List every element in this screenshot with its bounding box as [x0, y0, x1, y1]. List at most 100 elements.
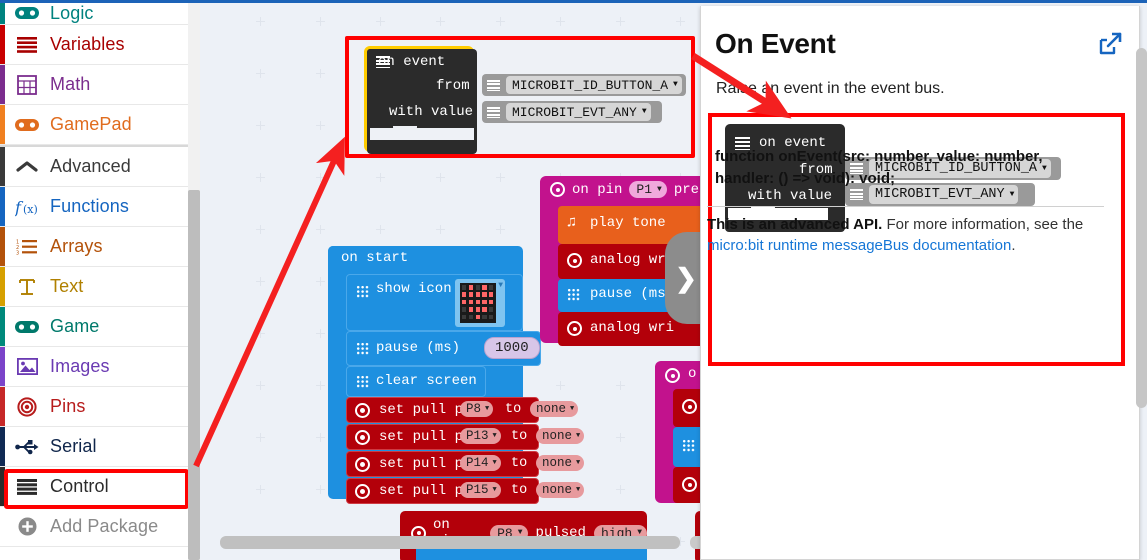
pins-icon: [665, 368, 680, 383]
add-package-icon: [14, 516, 40, 538]
sidebar-item-label: Add Package: [50, 516, 159, 536]
withvalue-dropdown[interactable]: MICROBIT_EVT_ANY ▼: [506, 103, 651, 121]
show-icon-block[interactable]: show icon ▼: [346, 274, 523, 331]
pause-label-2: pause (ms): [590, 286, 675, 302]
on-event-withvalue-label: with value: [389, 104, 474, 120]
pull-mode-select[interactable]: none ▼: [536, 455, 585, 471]
from-dropdown[interactable]: MICROBIT_ID_BUTTON_A ▼: [506, 76, 682, 94]
on-event-withvalue-field[interactable]: MICROBIT_EVT_ANY ▼: [482, 101, 662, 123]
note-icon: ♫: [567, 214, 577, 231]
sidebar-scrollbar-thumb[interactable]: [188, 190, 200, 560]
sidebar-item-color-bar: [0, 387, 5, 426]
pause-value-field[interactable]: 1000: [484, 337, 540, 359]
sidebar-item-label: GamePad: [50, 114, 132, 134]
pull-mode-select[interactable]: none ▼: [530, 401, 579, 417]
control-icon: [850, 189, 863, 200]
led-grid-icon: [356, 285, 369, 298]
analog-write-label-1: analog wri: [590, 252, 675, 268]
sidebar-item-label: Math: [50, 74, 91, 94]
doc-note-link[interactable]: micro:bit runtime messageBus documentati…: [707, 237, 1011, 254]
pins-icon: [355, 430, 370, 445]
sidebar-item-color-bar: [0, 347, 5, 386]
to-label: to: [511, 483, 528, 498]
serial-icon: [14, 436, 40, 458]
pins-icon: [14, 396, 40, 418]
led-grid-icon: [356, 375, 369, 388]
on-start-title: on start: [341, 250, 409, 266]
on-event-from-label: from: [436, 78, 470, 94]
pins-icon: [355, 457, 370, 472]
doc-note-rest: For more information, see the: [882, 216, 1084, 233]
doc-scrollbar-thumb[interactable]: [1136, 48, 1147, 408]
pins-icon: [567, 253, 582, 268]
control-icon: [14, 476, 40, 498]
icon-matrix-field[interactable]: ▼: [455, 279, 505, 327]
sidebar-item-images[interactable]: Images: [0, 347, 188, 387]
pins-icon: [355, 403, 370, 418]
clear-screen-block[interactable]: clear screen: [346, 366, 486, 397]
sidebar-item-game[interactable]: Game: [0, 307, 188, 347]
pull-pin-select[interactable]: P14 ▼: [460, 455, 501, 471]
show-icon-label: show icon: [376, 281, 452, 297]
sidebar-item-color-bar: [0, 307, 5, 346]
sidebar-item-logic[interactable]: Logic: [0, 3, 188, 25]
sidebar-item-functions[interactable]: f (x) Functions: [0, 187, 188, 227]
logic-icon: [14, 3, 40, 24]
svg-text:(x): (x): [23, 203, 38, 216]
sidebar-item-pins[interactable]: Pins: [0, 387, 188, 427]
pause-label: pause (ms): [376, 340, 461, 356]
to-label: to: [511, 456, 528, 471]
sidebar-item-color-bar: [0, 227, 5, 266]
set-pull-pin-block-1[interactable]: set pull pin P13 ▼ to none ▼: [346, 424, 585, 450]
app-root: Logic Variables Math GamePad Advanced f (x…: [0, 0, 1147, 560]
pins-icon: [682, 399, 697, 414]
pull-mode-select[interactable]: none ▼: [536, 428, 585, 444]
set-pull-pin-block-2[interactable]: set pull pin P14 ▼ to none ▼: [346, 451, 585, 477]
gamepad-icon: [14, 114, 40, 136]
sidebar-item-variables[interactable]: Variables: [0, 25, 188, 65]
sidebar-item-label: Pins: [50, 396, 86, 416]
chevron-right-icon: ❯: [675, 262, 697, 293]
doc-note-end: .: [1011, 237, 1016, 255]
doc-title: On Event: [715, 28, 836, 59]
sidebar-item-math[interactable]: Math: [0, 65, 188, 105]
on-event-block-selected[interactable]: on event from with value MICROBIT_ID_BUT…: [345, 36, 695, 158]
pause-block[interactable]: pause (ms) 1000: [346, 331, 541, 366]
pins-icon: [682, 477, 697, 492]
sidebar-item-advanced[interactable]: Advanced: [0, 145, 188, 187]
sidebar-item-arrays[interactable]: 1 2 3 Arrays: [0, 227, 188, 267]
sidebar-item-label: Text: [50, 276, 84, 296]
set-pull-pin-block-3[interactable]: set pull pin P15 ▼ to none ▼: [346, 478, 585, 504]
sidebar-item-gamepad[interactable]: GamePad: [0, 105, 188, 145]
control-icon: [487, 79, 500, 91]
pull-pin-select[interactable]: P8 ▼: [460, 401, 494, 417]
sidebar-item-add-package[interactable]: Add Package: [0, 507, 188, 547]
analog-write-label-2: analog wri: [590, 320, 675, 336]
sidebar-item-text[interactable]: Text: [0, 267, 188, 307]
sidebar-item-color-bar: [0, 267, 5, 306]
api-doc-panel[interactable]: On Event Raise an event in the event bus…: [700, 6, 1147, 560]
set-pull-pin-block-0[interactable]: set pull pin P8 ▼ to none ▼: [346, 397, 579, 423]
play-tone-label: play tone: [590, 215, 666, 231]
pull-mode-select[interactable]: none ▼: [536, 482, 585, 498]
external-link-icon[interactable]: [1097, 31, 1123, 57]
workspace-hscrollbar-thumb[interactable]: [220, 536, 680, 549]
pull-pin-select[interactable]: P15 ▼: [460, 482, 501, 498]
functions-icon: f (x): [14, 196, 40, 218]
clear-screen-label: clear screen: [376, 373, 477, 389]
sidebar-item-label: Images: [50, 356, 110, 376]
sidebar-item-control[interactable]: Control: [0, 467, 188, 507]
on-pin-label-2: o: [688, 366, 697, 382]
category-sidebar[interactable]: Logic Variables Math GamePad Advanced f (x…: [0, 3, 188, 560]
pull-pin-select[interactable]: P13 ▼: [460, 428, 501, 444]
sidebar-item-color-bar: [0, 65, 5, 104]
sidebar-item-color-bar: [0, 147, 5, 186]
sidebar-item-label: Arrays: [50, 236, 103, 256]
sidebar-item-label: Control: [50, 476, 109, 496]
pin-select[interactable]: P1 ▼: [629, 181, 667, 198]
on-event-from-field[interactable]: MICROBIT_ID_BUTTON_A ▼: [482, 74, 686, 96]
doc-divider: [707, 206, 1104, 207]
sidebar-item-serial[interactable]: Serial: [0, 427, 188, 467]
pins-icon: [355, 484, 370, 499]
led-grid-icon: [356, 342, 369, 355]
